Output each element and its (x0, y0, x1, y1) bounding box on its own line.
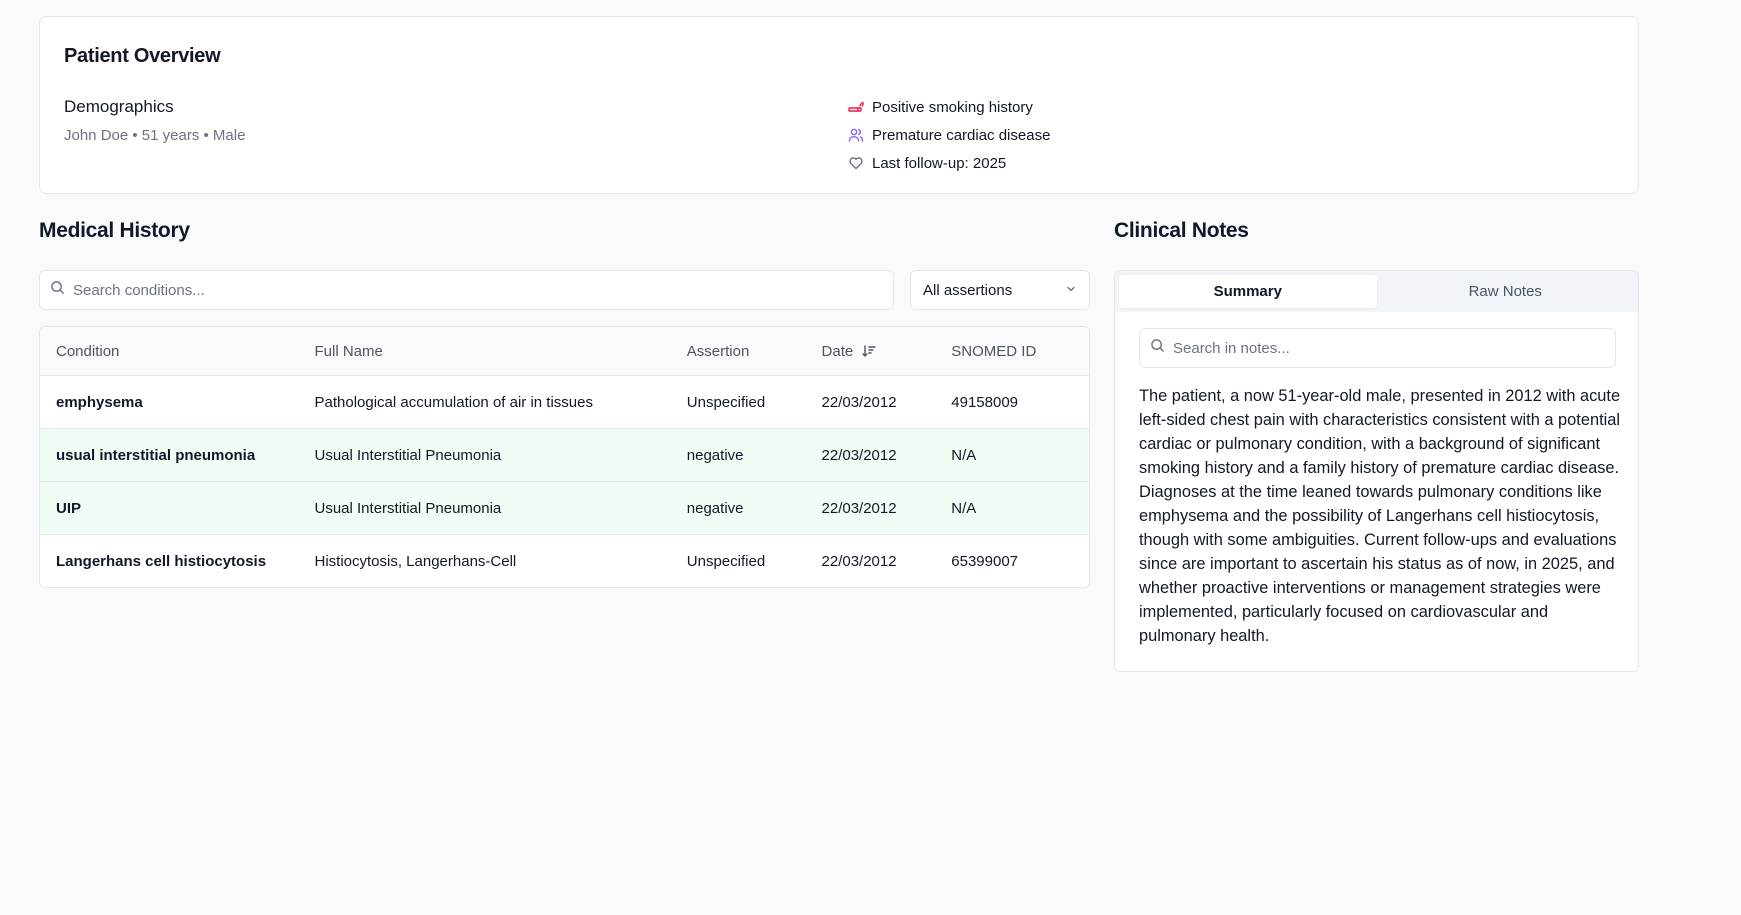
flag-cardiac: Premature cardiac disease (848, 121, 1050, 149)
cigarette-icon (848, 99, 864, 115)
patient-overview-card: Patient Overview Demographics John Doe •… (39, 16, 1639, 194)
cell-assertion: negative (686, 446, 744, 464)
cell-snomed-id: N/A (951, 446, 977, 464)
notes-tabs: Summary Raw Notes (1115, 271, 1638, 312)
cell-condition: UIP (56, 499, 82, 517)
table-row[interactable]: usual interstitial pneumonia Usual Inter… (40, 429, 1089, 482)
notes-summary-text: The patient, a now 51-year-old male, pre… (1139, 387, 1621, 645)
column-header-condition[interactable]: Condition (40, 343, 315, 360)
notes-search-input[interactable] (1173, 339, 1615, 357)
flag-followup: Last follow-up: 2025 (848, 149, 1050, 177)
column-header-date[interactable]: Date (822, 343, 952, 360)
table-row[interactable]: UIP Usual Interstitial Pneumonia negativ… (40, 482, 1089, 535)
table-header-row: Condition Full Name Assertion Date SNOME… (40, 327, 1089, 376)
cell-full-name: Pathological accumulation of air in tiss… (314, 393, 593, 411)
column-header-full-name[interactable]: Full Name (315, 343, 687, 360)
cell-snomed-id: N/A (951, 499, 977, 517)
cell-full-name: Usual Interstitial Pneumonia (314, 499, 502, 517)
cell-assertion: negative (686, 499, 744, 517)
clinical-notes-title: Clinical Notes (1114, 219, 1249, 242)
demographics-text: John Doe • 51 years • Male (64, 127, 246, 144)
column-header-snomed-id[interactable]: SNOMED ID (951, 343, 1089, 360)
flag-smoking-label: Positive smoking history (872, 98, 1033, 116)
clinical-notes-panel: Summary Raw Notes The patient, a now 51-… (1114, 270, 1639, 672)
medical-history-title: Medical History (39, 219, 190, 242)
patient-overview-title: Patient Overview (64, 45, 221, 67)
table-row[interactable]: emphysema Pathological accumulation of a… (40, 376, 1089, 429)
tab-raw-notes[interactable]: Raw Notes (1377, 275, 1635, 308)
tab-summary[interactable]: Summary (1119, 275, 1377, 308)
heart-icon (848, 155, 864, 171)
users-icon (848, 127, 864, 143)
cell-date: 22/03/2012 (821, 393, 897, 411)
cell-date: 22/03/2012 (821, 499, 897, 517)
cell-condition: emphysema (56, 393, 143, 411)
flag-cardiac-label: Premature cardiac disease (872, 126, 1051, 144)
notes-search[interactable] (1139, 328, 1616, 368)
conditions-search[interactable] (39, 270, 894, 310)
cell-condition: Langerhans cell histiocytosis (56, 553, 267, 570)
table-row[interactable]: Langerhans cell histiocytosis Histiocyto… (40, 535, 1089, 587)
conditions-table: Condition Full Name Assertion Date SNOME… (39, 326, 1090, 588)
cell-date: 22/03/2012 (821, 446, 897, 464)
cell-date: 22/03/2012 (821, 553, 897, 570)
column-header-date-label: Date (821, 342, 854, 360)
cell-full-name: Usual Interstitial Pneumonia (314, 446, 502, 464)
search-icon (50, 280, 65, 300)
cell-snomed-id: 65399007 (951, 553, 1019, 570)
conditions-search-input[interactable] (73, 281, 893, 299)
column-header-assertion[interactable]: Assertion (687, 343, 822, 360)
cell-condition: usual interstitial pneumonia (56, 446, 256, 464)
assertion-filter-value: All assertions (923, 281, 1013, 299)
cell-assertion: Unspecified (686, 393, 766, 411)
risk-flags: Positive smoking history Premature cardi… (848, 93, 1050, 177)
cell-assertion: Unspecified (686, 553, 766, 570)
chevron-down-icon (1065, 282, 1077, 299)
flag-followup-label: Last follow-up: 2025 (872, 154, 1007, 172)
sort-descending-icon[interactable] (862, 344, 876, 358)
cell-snomed-id: 49158009 (951, 393, 1019, 411)
flag-smoking: Positive smoking history (848, 93, 1050, 121)
cell-full-name: Histiocytosis, Langerhans-Cell (314, 553, 517, 570)
demographics-heading: Demographics (64, 97, 174, 116)
search-icon (1150, 338, 1165, 358)
assertion-filter-select[interactable]: All assertions (910, 270, 1090, 310)
